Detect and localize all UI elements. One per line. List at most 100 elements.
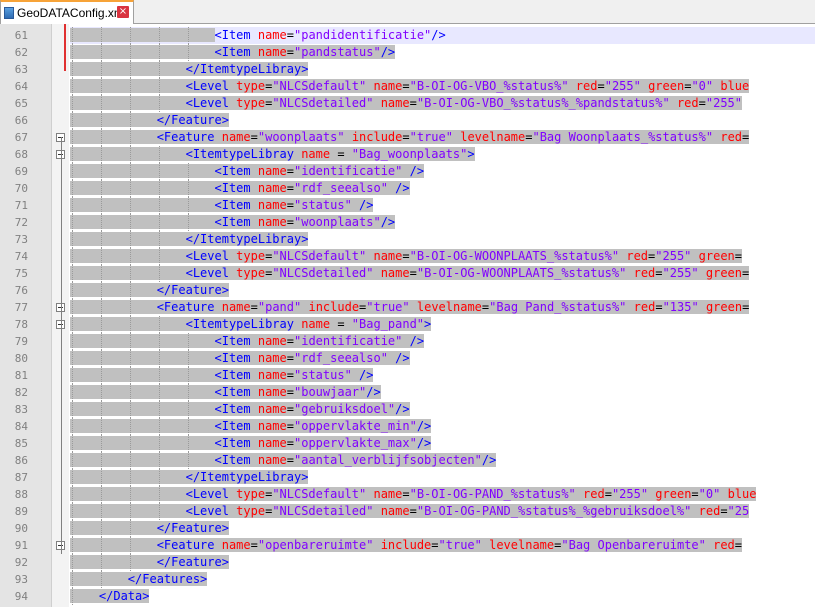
code-token xyxy=(373,96,381,110)
indent-guide xyxy=(129,384,131,401)
code-line[interactable]: 88 <Level type="NLCSdefault" name="B-OI-… xyxy=(0,486,815,503)
code-token: = xyxy=(286,402,294,416)
code-line[interactable]: 66 </Feature> xyxy=(0,112,815,129)
code-line[interactable]: 65 <Level type="NLCSdetailed" name="B-OI… xyxy=(0,95,815,112)
code-line[interactable]: 80 <Item name="rdf_seealso" /> xyxy=(0,350,815,367)
code-token: name xyxy=(257,385,287,399)
code-text: </Feature> xyxy=(70,520,229,537)
code-token xyxy=(626,266,634,280)
code-text: <Item name="status" /> xyxy=(70,367,374,384)
code-line[interactable]: 62 <Item name="pandstatus"/> xyxy=(0,44,815,61)
indent-guide xyxy=(100,112,102,129)
code-token: <Item xyxy=(214,402,258,416)
code-line[interactable]: 90 </Feature> xyxy=(0,520,815,537)
code-line[interactable]: 85 <Item name="oppervlakte_max"/> xyxy=(0,435,815,452)
code-text: </Data> xyxy=(70,588,150,605)
indent-guide xyxy=(158,452,160,469)
code-line[interactable]: 83 <Item name="gebruiksdoel"/> xyxy=(0,401,815,418)
indent-guide xyxy=(100,469,102,486)
indent-whitespace xyxy=(70,385,215,399)
code-line[interactable]: 86 <Item name="aantal_verblijfsobjecten"… xyxy=(0,452,815,469)
indent-guide xyxy=(129,163,131,180)
code-token: blue xyxy=(727,487,757,501)
code-token: <Item xyxy=(214,419,258,433)
code-token: /> xyxy=(395,402,410,416)
indent-guide xyxy=(72,44,73,61)
code-token: <Item xyxy=(214,28,258,42)
code-text: </ItemtypeLibray> xyxy=(70,231,309,248)
code-token: = xyxy=(286,28,294,42)
code-line[interactable]: 91 <Feature name="openbareruimte" includ… xyxy=(0,537,815,554)
code-text: <ItemtypeLibray name = "Bag_pand"> xyxy=(70,316,432,333)
code-line[interactable]: 94 </Data> xyxy=(0,588,815,605)
code-line[interactable]: 89 <Level type="NLCSdetailed" name="B-OI… xyxy=(0,503,815,520)
code-token: <Level xyxy=(185,79,237,93)
code-text: <Feature name="pand" include="true" leve… xyxy=(70,299,750,316)
indent-guide xyxy=(129,129,131,146)
line-number: 85 xyxy=(14,437,28,450)
code-token xyxy=(698,300,706,314)
line-number: 89 xyxy=(14,505,28,518)
code-line[interactable]: 82 <Item name="bouwjaar"/> xyxy=(0,384,815,401)
code-line[interactable]: 69 <Item name="identificatie" /> xyxy=(0,163,815,180)
code-line[interactable]: 93 </Features> xyxy=(0,571,815,588)
close-icon[interactable]: × xyxy=(117,6,129,18)
code-line[interactable]: 68 <ItemtypeLibray name = "Bag_woonplaat… xyxy=(0,146,815,163)
line-number: 78 xyxy=(14,318,28,331)
code-token: "woonplaats" xyxy=(257,130,345,144)
code-line[interactable]: 61 <Item name="pandidentificatie"/> xyxy=(0,27,815,44)
indent-guide xyxy=(72,367,73,384)
indent-guide xyxy=(129,248,131,265)
code-token: "pand" xyxy=(257,300,302,314)
code-line[interactable]: 72 <Item name="woonplaats"/> xyxy=(0,214,815,231)
indent-guide xyxy=(72,197,73,214)
code-token: = xyxy=(286,385,294,399)
code-line[interactable]: 63 </ItemtypeLibray> xyxy=(0,61,815,78)
line-number: 82 xyxy=(14,386,28,399)
code-text: <Item name="status" /> xyxy=(70,197,374,214)
code-line[interactable]: 78 <ItemtypeLibray name = "Bag_pand"> xyxy=(0,316,815,333)
tab-geodataconfig[interactable]: GeoDATAConfig.xml × xyxy=(0,0,134,24)
code-line[interactable]: 71 <Item name="status" /> xyxy=(0,197,815,214)
code-token: = xyxy=(286,164,294,178)
code-token: "Bag Pand_%status%" xyxy=(489,300,627,314)
code-token: = xyxy=(286,368,294,382)
code-token: /> xyxy=(416,419,432,433)
code-line[interactable]: 75 <Level type="NLCSdetailed" name="B-OI… xyxy=(0,265,815,282)
code-token: > xyxy=(424,317,432,331)
code-line[interactable]: 74 <Level type="NLCSdefault" name="B-OI-… xyxy=(0,248,815,265)
code-line[interactable]: 79 <Item name="identificatie" /> xyxy=(0,333,815,350)
indent-guide xyxy=(100,180,102,197)
code-line[interactable]: 84 <Item name="oppervlakte_min"/> xyxy=(0,418,815,435)
code-line[interactable]: 81 <Item name="status" /> xyxy=(0,367,815,384)
indent-guide xyxy=(72,231,73,248)
code-token xyxy=(568,79,576,93)
code-line[interactable]: 77 <Feature name="pand" include="true" l… xyxy=(0,299,815,316)
code-token: "identificatie" xyxy=(294,334,403,348)
code-line[interactable]: 92 </Feature> xyxy=(0,554,815,571)
code-token: name xyxy=(380,266,410,280)
line-number: 74 xyxy=(14,250,28,263)
code-line[interactable]: 64 <Level type="NLCSdefault" name="B-OI-… xyxy=(0,78,815,95)
code-editor[interactable]: 61 <Item name="pandidentificatie"/> 62 <I… xyxy=(0,24,815,607)
indent-guide xyxy=(72,401,73,418)
indent-guide xyxy=(187,401,189,418)
indent-guide xyxy=(158,78,160,95)
indent-guide xyxy=(100,350,102,367)
code-token: "135" xyxy=(662,300,699,314)
code-line[interactable]: 76 </Feature> xyxy=(0,282,815,299)
indent-guide xyxy=(158,180,160,197)
indent-guide xyxy=(187,384,189,401)
line-number: 73 xyxy=(14,233,28,246)
code-text: <Item name="rdf_seealso" /> xyxy=(70,350,410,367)
code-token: name xyxy=(373,487,403,501)
code-line[interactable]: 70 <Item name="rdf_seealso" /> xyxy=(0,180,815,197)
line-number: 79 xyxy=(14,335,28,348)
code-line[interactable]: 73 </ItemtypeLibray> xyxy=(0,231,815,248)
code-token: "0" xyxy=(691,79,714,93)
indent-guide xyxy=(72,214,73,231)
code-line[interactable]: 67 <Feature name="woonplaats" include="t… xyxy=(0,129,815,146)
indent-guide xyxy=(129,95,131,112)
code-token: "255" xyxy=(705,96,742,110)
code-line[interactable]: 87 </ItemtypeLibray> xyxy=(0,469,815,486)
